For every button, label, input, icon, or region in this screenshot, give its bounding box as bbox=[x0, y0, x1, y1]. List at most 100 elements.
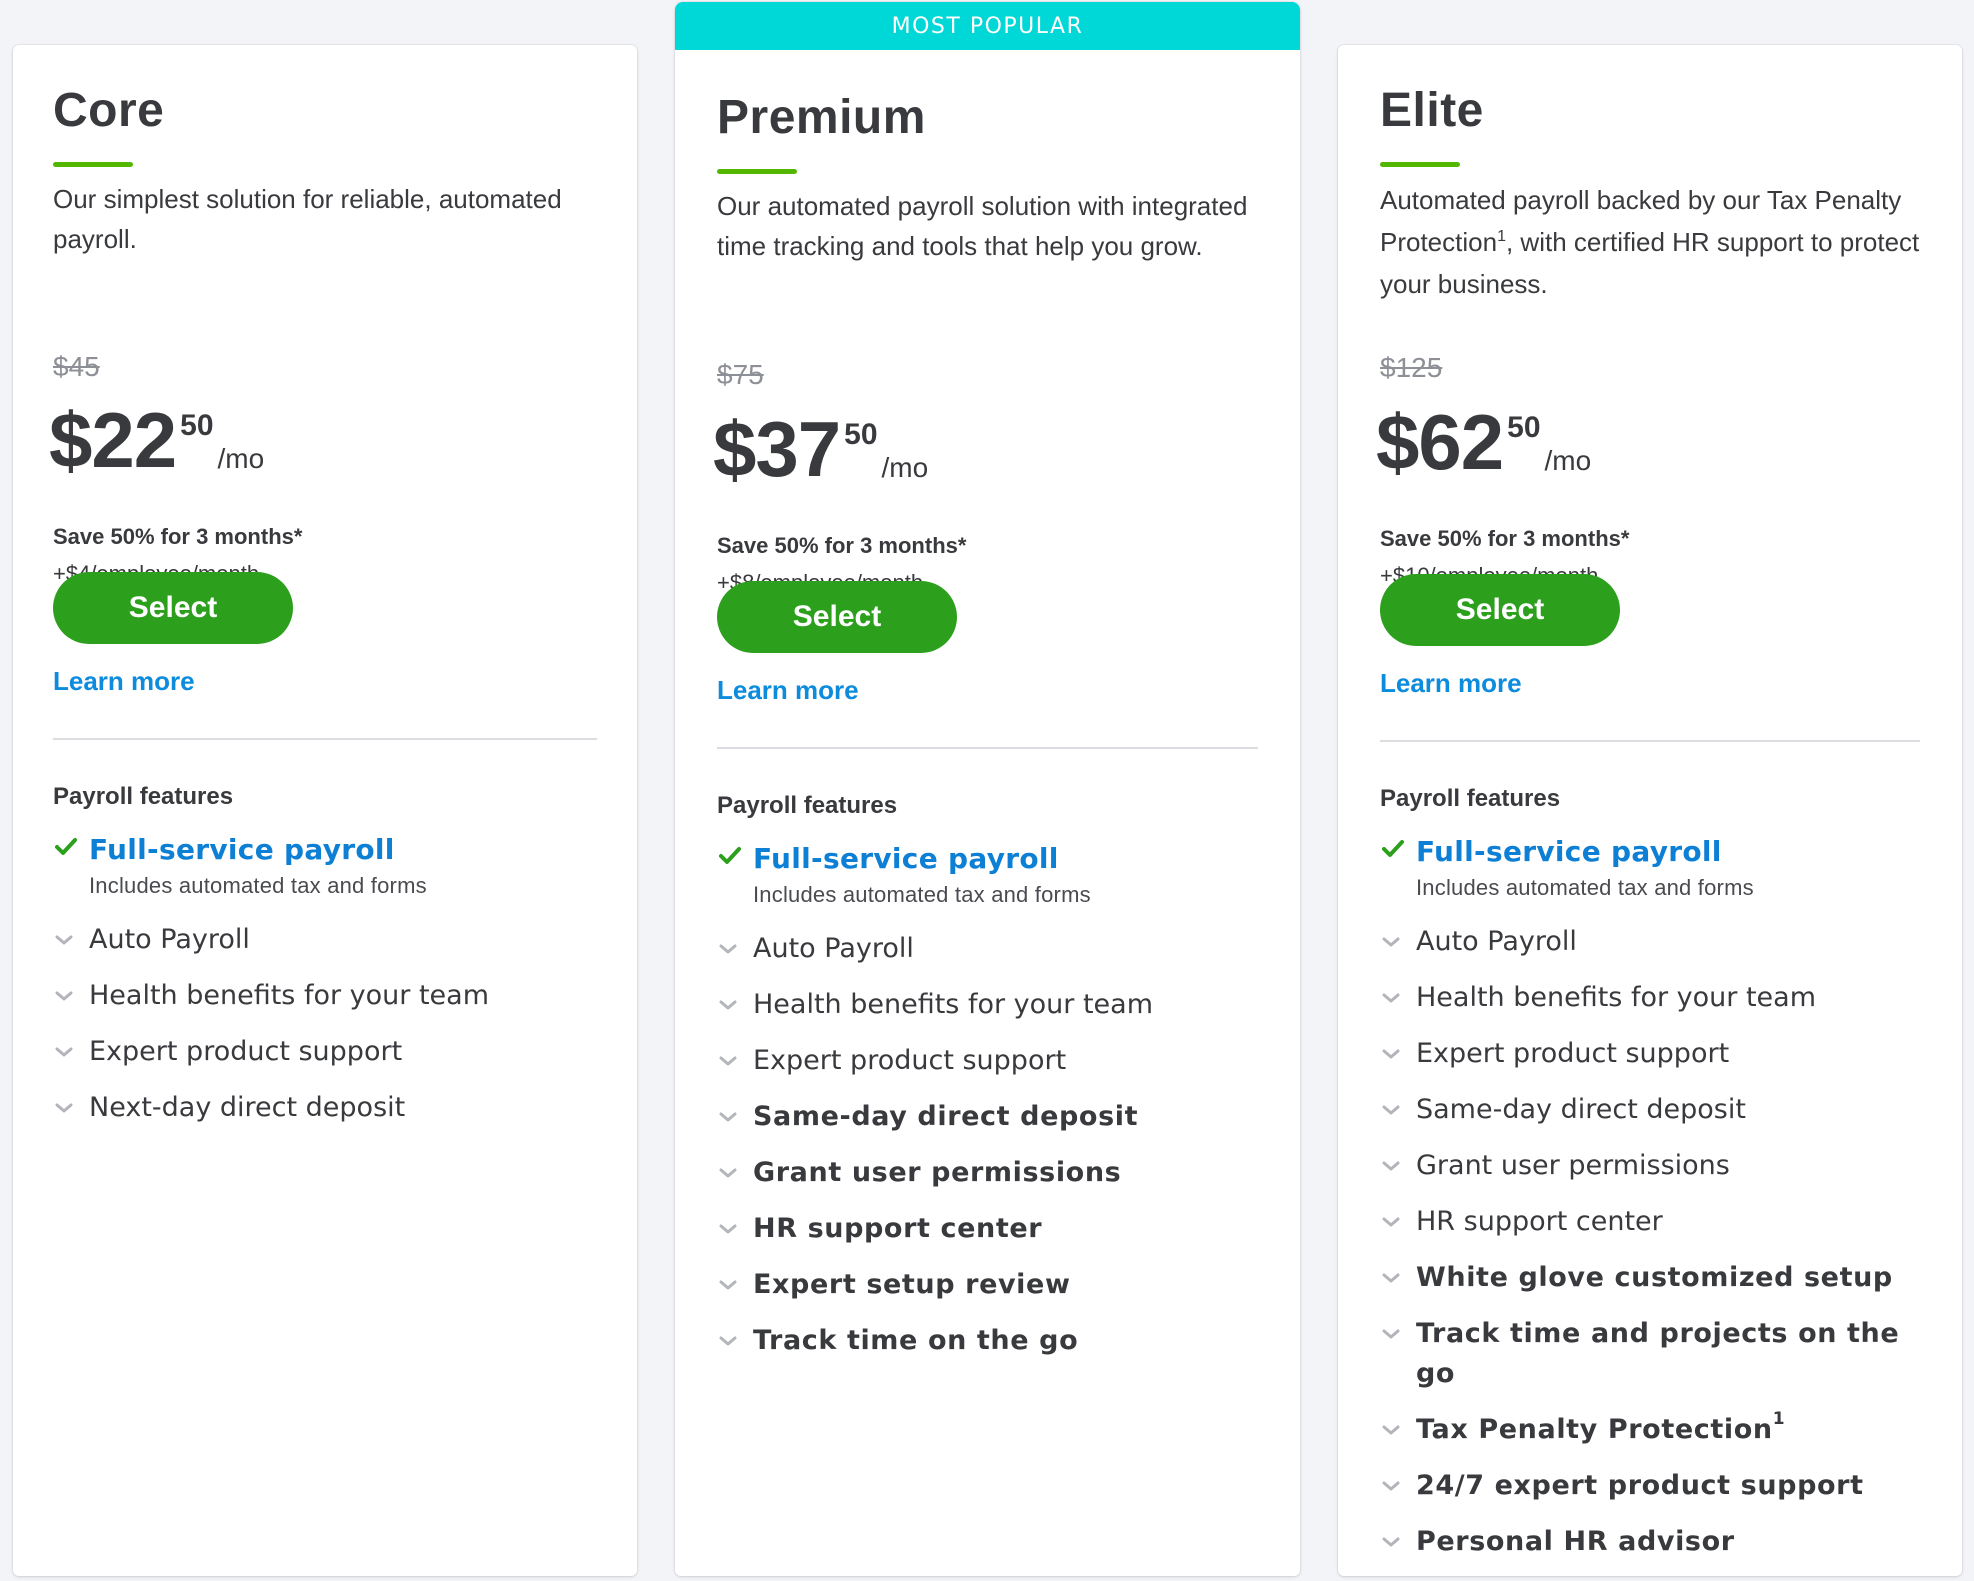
original-price: $125 bbox=[1380, 352, 1443, 383]
divider bbox=[1380, 740, 1920, 742]
feature-item[interactable]: Expert product support bbox=[717, 1041, 1258, 1081]
chevron-down-icon bbox=[719, 1000, 737, 1010]
plan-title: Elite bbox=[1380, 84, 1484, 137]
highlight-feature-sublabel: Includes automated tax and forms bbox=[753, 882, 1091, 907]
feature-list: Full-service payroll Includes automated … bbox=[53, 830, 597, 1144]
feature-item[interactable]: Expert setup review bbox=[717, 1265, 1258, 1305]
feature-label: White glove customized setup bbox=[1416, 1262, 1893, 1293]
feature-list: Full-service payroll Includes automated … bbox=[1380, 832, 1920, 1576]
chevron-down-icon bbox=[719, 1056, 737, 1066]
feature-item[interactable]: Same-day direct deposit bbox=[717, 1097, 1258, 1137]
select-premium-button[interactable]: Select bbox=[717, 581, 957, 653]
feature-label: Grant user permissions bbox=[753, 1157, 1122, 1188]
feature-label: Auto Payroll bbox=[753, 933, 914, 964]
feature-label: 24/7 expert product support bbox=[1416, 1470, 1864, 1501]
feature-item[interactable]: Same-day direct deposit bbox=[1380, 1090, 1920, 1130]
original-price: $45 bbox=[53, 351, 100, 382]
feature-item[interactable]: Health benefits for your team bbox=[53, 976, 597, 1016]
plan-description: Automated payroll backed by our Tax Pena… bbox=[1380, 179, 1920, 305]
chevron-down-icon bbox=[55, 935, 73, 945]
feature-item[interactable]: Grant user permissions bbox=[1380, 1146, 1920, 1186]
feature-item[interactable]: Auto Payroll bbox=[1380, 922, 1920, 962]
feature-item[interactable]: Personal HR advisor bbox=[1380, 1522, 1920, 1562]
plan-card-elite: Elite Automated payroll backed by our Ta… bbox=[1338, 45, 1962, 1576]
chevron-down-icon bbox=[719, 1336, 737, 1346]
plan-title: Core bbox=[53, 84, 165, 137]
chevron-down-icon bbox=[1382, 1217, 1400, 1227]
chevron-down-icon bbox=[1382, 1273, 1400, 1283]
chevron-down-icon bbox=[1382, 937, 1400, 947]
feature-item[interactable]: Auto Payroll bbox=[717, 929, 1258, 969]
feature-label: Auto Payroll bbox=[1416, 926, 1577, 957]
price-period: /mo bbox=[217, 443, 265, 474]
plan-description: Our automated payroll solution with inte… bbox=[717, 186, 1258, 266]
feature-item[interactable]: Health benefits for your team bbox=[1380, 978, 1920, 1018]
price-period: /mo bbox=[1544, 445, 1592, 476]
feature-item[interactable]: Health benefits for your team bbox=[717, 985, 1258, 1025]
feature-label: Auto Payroll bbox=[89, 924, 250, 955]
plan-title: Premium bbox=[717, 91, 926, 144]
price-dollars: $22 bbox=[49, 396, 177, 484]
chevron-down-icon bbox=[1382, 993, 1400, 1003]
section-title: Payroll features bbox=[53, 783, 234, 810]
chevron-down-icon bbox=[55, 1103, 73, 1113]
chevron-down-icon bbox=[719, 1280, 737, 1290]
feature-label: Tax Penalty Protection bbox=[1416, 1414, 1773, 1445]
feature-item[interactable]: White glove customized setup bbox=[1380, 1258, 1920, 1298]
section-title: Payroll features bbox=[717, 792, 898, 819]
feature-item[interactable]: Expert product support bbox=[53, 1032, 597, 1072]
divider bbox=[53, 738, 597, 740]
select-core-button[interactable]: Select bbox=[53, 572, 293, 644]
feature-item[interactable]: Tax Penalty Protection1 bbox=[1380, 1410, 1920, 1450]
check-icon bbox=[719, 847, 741, 864]
feature-item[interactable]: Track time on the go bbox=[717, 1321, 1258, 1361]
feature-item[interactable]: 24/7 expert product support bbox=[1380, 1466, 1920, 1506]
learn-more-elite-link[interactable]: Learn more bbox=[1380, 667, 1522, 699]
feature-item[interactable]: Auto Payroll bbox=[53, 920, 597, 960]
highlight-feature-label: Full-service payroll bbox=[753, 842, 1059, 875]
title-accent-bar bbox=[717, 169, 797, 174]
feature-label: Same-day direct deposit bbox=[753, 1101, 1139, 1132]
price-dollars: $62 bbox=[1376, 398, 1504, 486]
feature-item[interactable]: Track time and projects on the go bbox=[1380, 1314, 1920, 1394]
chevron-down-icon bbox=[1382, 1049, 1400, 1059]
chevron-down-icon bbox=[1382, 1425, 1400, 1435]
feature-item[interactable]: HR support center bbox=[1380, 1202, 1920, 1242]
feature-label: HR support center bbox=[1416, 1206, 1663, 1237]
plan-card-premium: MOST POPULAR Premium Our automated payro… bbox=[675, 2, 1300, 1576]
feature-item[interactable]: Next-day direct deposit bbox=[53, 1088, 597, 1128]
highlight-feature[interactable]: Full-service payroll bbox=[53, 830, 597, 872]
plan-description-text: Our simplest solution for reliable, auto… bbox=[53, 184, 562, 254]
title-accent-bar bbox=[1380, 162, 1460, 167]
learn-more-premium-link[interactable]: Learn more bbox=[717, 674, 859, 706]
feature-label: Expert setup review bbox=[753, 1269, 1071, 1300]
chevron-down-icon bbox=[1382, 1481, 1400, 1491]
promo-text: Save 50% for 3 months* bbox=[53, 524, 303, 549]
chevron-down-icon bbox=[1382, 1329, 1400, 1339]
feature-item[interactable]: HR support center bbox=[717, 1209, 1258, 1249]
feature-item[interactable]: Expert product support bbox=[1380, 1034, 1920, 1074]
chevron-down-icon bbox=[719, 1224, 737, 1234]
chevron-down-icon bbox=[719, 1168, 737, 1178]
feature-item[interactable]: Grant user permissions bbox=[717, 1153, 1258, 1193]
feature-label: Health benefits for your team bbox=[753, 989, 1154, 1020]
feature-label: Personal HR advisor bbox=[1416, 1526, 1735, 1557]
discounted-price: $22 50/mo bbox=[49, 395, 264, 485]
highlight-feature[interactable]: Full-service payroll bbox=[1380, 832, 1920, 874]
section-title: Payroll features bbox=[1380, 785, 1561, 812]
learn-more-core-link[interactable]: Learn more bbox=[53, 665, 195, 697]
promo-text: Save 50% for 3 months* bbox=[717, 533, 967, 558]
most-popular-badge: MOST POPULAR bbox=[675, 2, 1300, 50]
feature-label: Grant user permissions bbox=[1416, 1150, 1730, 1181]
plan-card-core: Core Our simplest solution for reliable,… bbox=[13, 45, 637, 1576]
chevron-down-icon bbox=[1382, 1105, 1400, 1115]
highlight-feature-sublabel: Includes automated tax and forms bbox=[1416, 875, 1754, 900]
select-elite-button[interactable]: Select bbox=[1380, 574, 1620, 646]
chevron-down-icon bbox=[1382, 1161, 1400, 1171]
highlight-feature[interactable]: Full-service payroll bbox=[717, 839, 1258, 881]
chevron-down-icon bbox=[55, 1047, 73, 1057]
feature-label: Next-day direct deposit bbox=[89, 1092, 406, 1123]
price-cents: 50 bbox=[180, 409, 214, 442]
chevron-down-icon bbox=[1382, 1537, 1400, 1547]
feature-label: Expert product support bbox=[1416, 1038, 1730, 1069]
